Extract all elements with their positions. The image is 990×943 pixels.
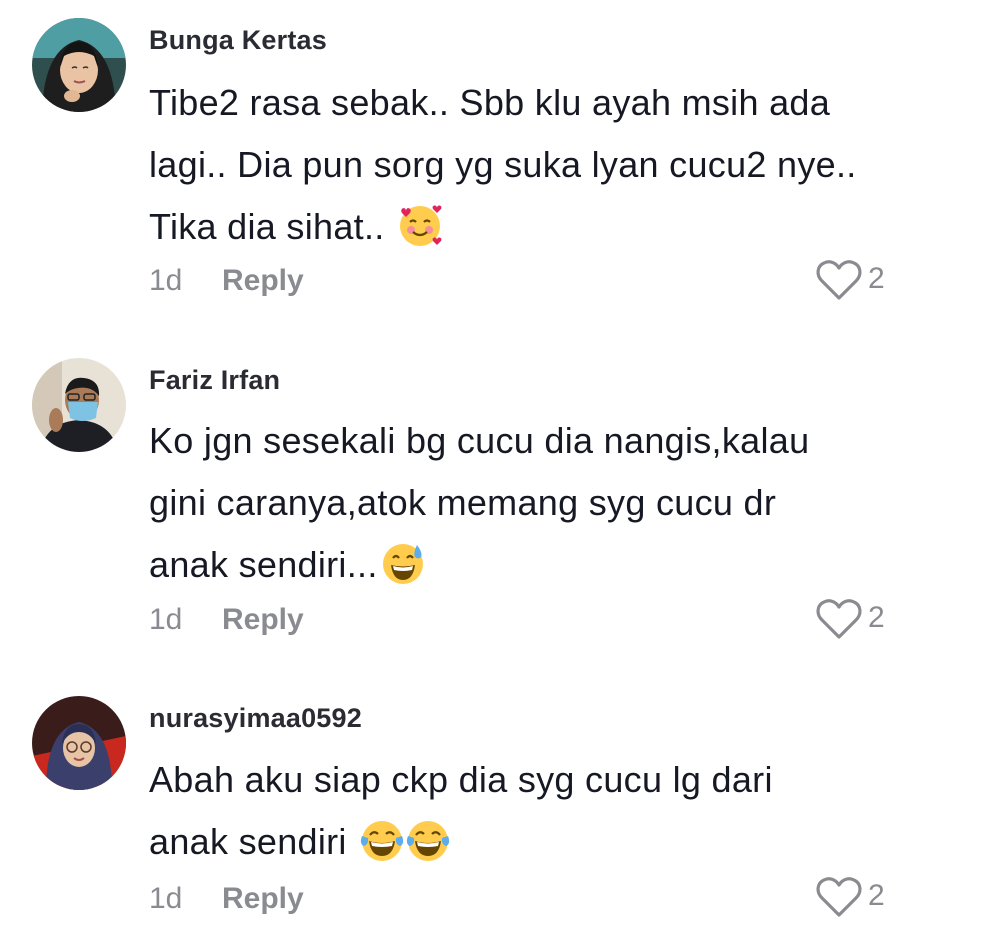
comment-line-text: anak sendiri... <box>149 544 378 585</box>
comment-line-text: anak sendiri <box>149 821 347 862</box>
comment-text: Abah aku siap ckp dia syg cucu lg dari a… <box>149 749 939 873</box>
reply-button[interactable]: Reply <box>222 264 304 298</box>
face-with-tears-of-joy-emoji <box>406 821 450 861</box>
comment-age: 1d <box>149 264 183 297</box>
comment-line: gini caranya,atok memang syg cucu dr <box>149 482 777 523</box>
avatar[interactable] <box>32 696 126 790</box>
like-count: 2 <box>868 601 885 634</box>
heart-icon[interactable] <box>815 597 863 641</box>
avatar[interactable] <box>32 358 126 452</box>
comment-age: 1d <box>149 603 183 636</box>
comment-line: Tibe2 rasa sebak.. Sbb klu ayah msih ada <box>149 82 831 123</box>
comment-line: anak sendiri... <box>149 534 939 596</box>
reply-button[interactable]: Reply <box>222 603 304 637</box>
comment-username[interactable]: nurasyimaa0592 <box>149 703 362 734</box>
heart-icon[interactable] <box>815 875 863 919</box>
comment-text: Tibe2 rasa sebak.. Sbb klu ayah msih ada… <box>149 72 939 258</box>
comment-line: anak sendiri <box>149 811 939 873</box>
like-count: 2 <box>868 262 885 295</box>
comment-username[interactable]: Bunga Kertas <box>149 25 327 56</box>
comment-line-text: Tika dia sihat.. <box>149 206 385 247</box>
reply-button[interactable]: Reply <box>222 882 304 916</box>
comment-line: Tika dia sihat.. <box>149 196 939 258</box>
heart-icon[interactable] <box>815 258 863 302</box>
smiling-face-with-hearts-emoji <box>399 205 442 246</box>
comment-line: lagi.. Dia pun sorg yg suka lyan cucu2 n… <box>149 144 857 185</box>
comment-text: Ko jgn sesekali bg cucu dia nangis,kalau… <box>149 410 939 596</box>
comment-line: Abah aku siap ckp dia syg cucu lg dari <box>149 759 773 800</box>
like-count: 2 <box>868 879 885 912</box>
comment-age: 1d <box>149 882 183 915</box>
avatar[interactable] <box>32 18 126 112</box>
comment-line: Ko jgn sesekali bg cucu dia nangis,kalau <box>149 420 810 461</box>
face-with-tears-of-joy-emoji <box>360 821 404 861</box>
grinning-face-with-sweat-emoji <box>382 544 423 584</box>
comment-username[interactable]: Fariz Irfan <box>149 365 280 396</box>
